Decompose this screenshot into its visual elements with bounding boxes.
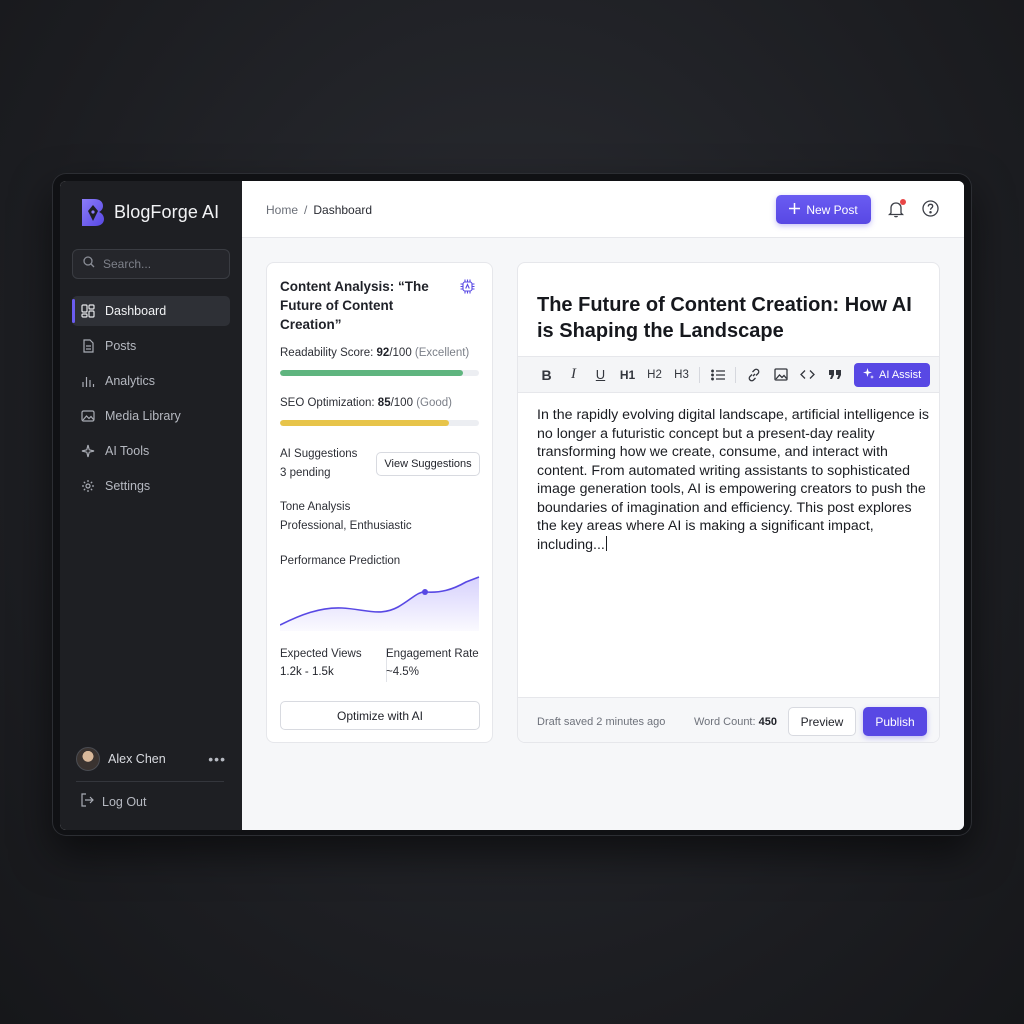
ai-suggestions-label: AI Suggestions	[280, 448, 358, 460]
document-icon	[81, 339, 95, 353]
app-window: BlogForge AI Dashboard Posts	[60, 181, 964, 830]
breadcrumb: Home / Dashboard	[266, 203, 372, 217]
performance-prediction-label: Performance Prediction	[280, 555, 401, 567]
ai-assist-label: AI Assist	[879, 368, 922, 381]
seo-score: SEO Optimization: 85/100 (Good)	[280, 397, 452, 409]
engagement-rate-value: ~4.5%	[386, 666, 419, 678]
link-icon[interactable]	[740, 363, 767, 387]
bar-chart-icon	[81, 374, 95, 388]
toolbar-divider	[735, 366, 736, 383]
readability-score: Readability Score: 92/100 (Excellent)	[280, 347, 470, 359]
post-body-editor[interactable]: In the rapidly evolving digital landscap…	[537, 406, 932, 554]
code-icon[interactable]	[794, 363, 821, 387]
avatar	[76, 747, 100, 771]
plus-icon	[789, 202, 801, 217]
expected-views-value: 1.2k - 1.5k	[280, 666, 334, 678]
analysis-title: Content Analysis: “The Future of Content…	[280, 279, 429, 332]
brand[interactable]: BlogForge AI	[80, 197, 219, 227]
sidebar-item-label: Dashboard	[105, 304, 167, 318]
readability-progress	[280, 370, 479, 376]
readability-progress-fill	[280, 370, 464, 376]
search-icon	[83, 255, 95, 273]
sidebar-item-media-library[interactable]: Media Library	[72, 401, 230, 431]
editor-footer: Draft saved 2 minutes ago Word Count: 45…	[518, 697, 939, 742]
logout-icon	[80, 793, 94, 810]
preview-button[interactable]: Preview	[788, 707, 856, 736]
heading-1-button[interactable]: H1	[614, 363, 641, 387]
draft-status: Draft saved 2 minutes ago	[537, 716, 666, 728]
user-profile[interactable]: Alex Chen •••	[76, 745, 226, 773]
sidebar-item-ai-tools[interactable]: AI Tools	[72, 436, 230, 466]
sidebar-item-settings[interactable]: Settings	[72, 471, 230, 501]
bullet-list-icon[interactable]	[704, 363, 731, 387]
help-icon	[922, 200, 939, 221]
sidebar-nav: Dashboard Posts Analytics Media Library	[72, 296, 230, 506]
engagement-rate-label: Engagement Rate	[386, 648, 479, 660]
post-title[interactable]: The Future of Content Creation: How AI i…	[537, 292, 922, 344]
seo-progress	[280, 420, 479, 426]
ai-suggestions-count: 3 pending	[280, 467, 331, 479]
help-button[interactable]	[922, 200, 939, 222]
sparkline-marker	[422, 589, 428, 595]
sidebar-item-posts[interactable]: Posts	[72, 331, 230, 361]
content-analysis-card: Content Analysis: “The Future of Content…	[266, 262, 493, 743]
more-options-icon[interactable]: •••	[208, 751, 226, 767]
dashboard-icon	[81, 304, 95, 318]
app-name: BlogForge AI	[114, 201, 220, 222]
sparkle-icon	[81, 444, 95, 458]
ai-chip-icon[interactable]	[459, 278, 476, 300]
sidebar-item-label: Settings	[105, 479, 151, 493]
publish-button[interactable]: Publish	[863, 707, 927, 736]
sidebar-item-label: Posts	[105, 339, 137, 353]
image-icon	[81, 409, 95, 423]
word-count: Word Count: 450	[694, 716, 777, 728]
logo-icon	[80, 197, 106, 227]
search-box[interactable]	[72, 249, 230, 279]
italic-button[interactable]: I	[560, 363, 587, 387]
logout-label: Log Out	[102, 794, 147, 809]
bold-button[interactable]: B	[533, 363, 560, 387]
notifications-button[interactable]	[887, 199, 906, 223]
seo-progress-fill	[280, 420, 450, 426]
breadcrumb-separator: /	[304, 203, 308, 217]
insert-image-icon[interactable]	[767, 363, 794, 387]
user-name: Alex Chen	[108, 752, 166, 766]
bell-icon	[887, 202, 905, 222]
sidebar-item-dashboard[interactable]: Dashboard	[72, 296, 230, 326]
toolbar-divider	[699, 366, 700, 383]
heading-3-button[interactable]: H3	[668, 363, 695, 387]
sidebar-item-analytics[interactable]: Analytics	[72, 366, 230, 396]
sidebar: BlogForge AI Dashboard Posts	[60, 181, 242, 830]
main-content: Home / Dashboard New Post Content Analys…	[242, 181, 964, 830]
performance-sparkline	[280, 576, 480, 631]
sidebar-item-label: AI Tools	[105, 444, 150, 458]
breadcrumb-home[interactable]: Home	[266, 203, 298, 217]
sidebar-item-label: Analytics	[105, 374, 156, 388]
tone-analysis-label: Tone Analysis	[280, 501, 351, 513]
ai-assist-button[interactable]: AI Assist	[854, 362, 931, 387]
new-post-button[interactable]: New Post	[776, 195, 871, 224]
optimize-with-ai-button[interactable]: Optimize with AI	[280, 701, 480, 730]
sparkline-area	[280, 577, 479, 631]
sparkle-icon	[863, 367, 874, 382]
gear-icon	[81, 479, 95, 493]
formatting-toolbar: B I U H1 H2 H3 AI Assist	[518, 356, 939, 393]
new-post-label: New Post	[806, 202, 858, 217]
tone-analysis-value: Professional, Enthusiastic	[280, 520, 412, 532]
post-body-text: In the rapidly evolving digital landscap…	[537, 407, 929, 553]
text-cursor	[605, 535, 607, 551]
logout-button[interactable]: Log Out	[80, 793, 146, 810]
sidebar-item-label: Media Library	[105, 409, 181, 423]
heading-2-button[interactable]: H2	[641, 363, 668, 387]
breadcrumb-current: Dashboard	[313, 203, 373, 217]
top-bar: Home / Dashboard New Post	[242, 181, 964, 238]
view-suggestions-button[interactable]: View Suggestions	[376, 452, 480, 476]
quote-icon[interactable]	[821, 363, 848, 387]
expected-views-label: Expected Views	[280, 648, 362, 660]
notification-dot	[900, 199, 906, 205]
underline-button[interactable]: U	[587, 363, 614, 387]
post-editor-card: The Future of Content Creation: How AI i…	[517, 262, 940, 743]
search-input[interactable]	[103, 257, 213, 271]
sidebar-divider	[76, 781, 224, 782]
